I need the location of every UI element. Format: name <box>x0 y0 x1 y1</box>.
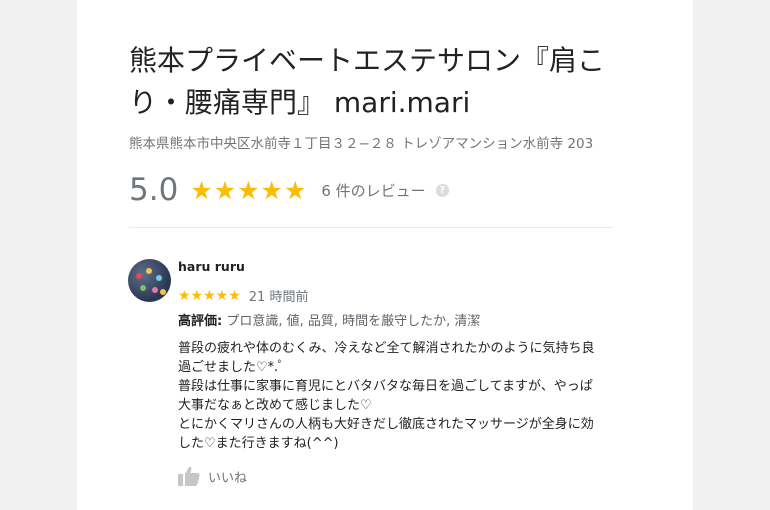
divider <box>129 227 613 228</box>
review-rating-line: ★★★★★ 21 時間前 <box>178 286 309 306</box>
review-line: とにかくマリさんの人柄も大好きだし徹底されたマッサージが全身に効 <box>178 417 594 432</box>
rating-score: 5.0 <box>129 172 179 208</box>
review-line: 普段は仕事に家事に育児にとバタバタな毎日を過ごしてますが、やっぱ <box>178 379 593 394</box>
reviewer-name[interactable]: haru ruru <box>178 259 245 274</box>
rating-stars: ★★★★★ <box>190 175 308 205</box>
like-label: いいね <box>208 470 248 486</box>
review-count-link[interactable]: 6 件のレビュー <box>321 180 425 201</box>
highlight-values: プロ意識, 値, 品質, 時間を厳守したか, 清潔 <box>222 314 481 329</box>
review-line: 普段の疲れや体のむくみ、冷えなど全て解消されたかのように気持ち良 <box>178 341 595 356</box>
rating-summary: 5.0 ★★★★★ 6 件のレビュー ? <box>129 170 449 210</box>
review-time: 21 時間前 <box>248 290 309 305</box>
thumbs-up-icon <box>178 466 200 486</box>
review-line: 過ごせました♡*.ﾟ <box>178 360 285 375</box>
help-icon[interactable]: ? <box>435 183 449 197</box>
review-body: 普段の疲れや体のむくみ、冷えなど全て解消されたかのように気持ち良 過ごせました♡… <box>178 339 618 453</box>
review-line: 大事だなぁと改めて感じました♡ <box>178 398 372 413</box>
place-title-line2: り・腰痛専門』 mari.mari <box>129 86 471 119</box>
place-card: 熊本プライベートエステサロン『肩こ り・腰痛専門』 mari.mari 熊本県熊… <box>77 0 693 510</box>
like-button[interactable]: いいね <box>178 466 247 486</box>
review-line: した♡また行きますね(^^) <box>178 436 339 451</box>
review-stars: ★★★★★ <box>178 287 241 304</box>
highlight-label: 高評価: <box>178 314 223 329</box>
place-address: 熊本県熊本市中央区水前寺１丁目３２−２８ トレゾアマンション水前寺 203 <box>129 136 594 152</box>
place-title-line1: 熊本プライベートエステサロン『肩こ <box>129 44 606 77</box>
review-highlights: 高評価: プロ意識, 値, 品質, 時間を厳守したか, 清潔 <box>178 310 480 329</box>
place-title: 熊本プライベートエステサロン『肩こ り・腰痛専門』 mari.mari <box>129 40 629 124</box>
avatar[interactable] <box>128 259 171 302</box>
